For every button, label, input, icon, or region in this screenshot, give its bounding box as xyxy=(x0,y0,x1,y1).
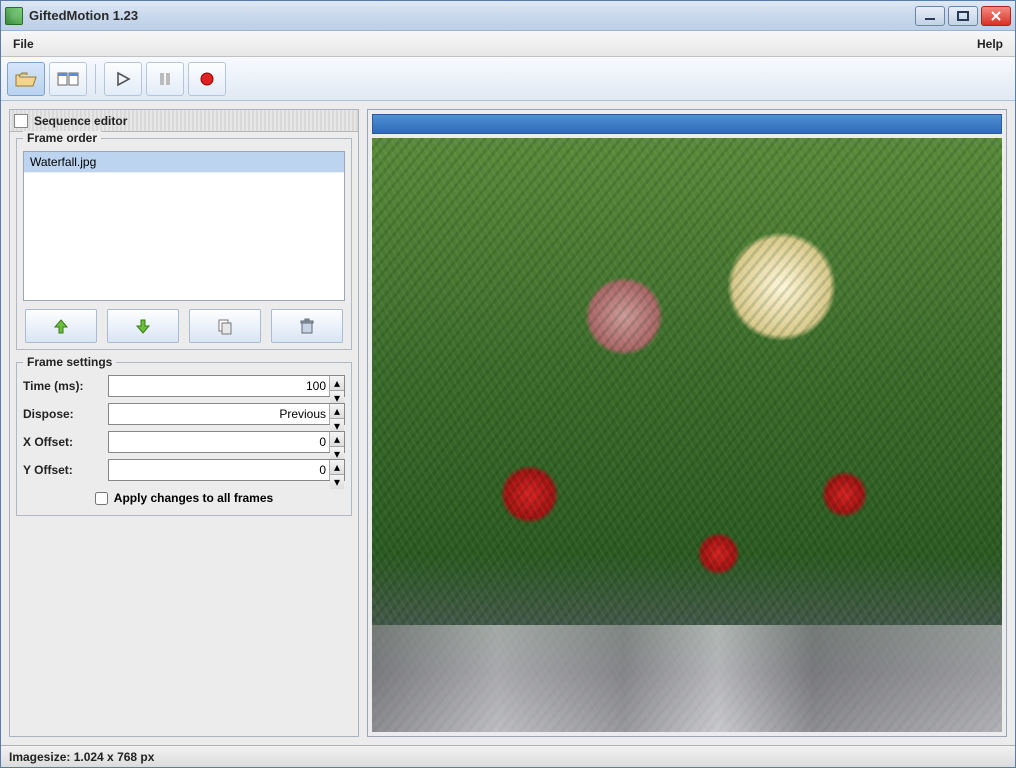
yoffset-label: Y Offset: xyxy=(23,463,108,477)
window-icon xyxy=(14,114,28,128)
dual-view-icon xyxy=(57,71,79,87)
maximize-icon xyxy=(957,11,969,21)
close-button[interactable] xyxy=(981,6,1011,26)
sequence-editor-panel: Sequence editor Frame order Waterfall.jp… xyxy=(9,109,359,737)
menu-help[interactable]: Help xyxy=(965,31,1015,56)
pause-button[interactable] xyxy=(146,62,184,96)
spinner-up[interactable]: ▴ xyxy=(330,376,344,391)
yoffset-field[interactable]: 0 ▴▾ xyxy=(108,459,345,481)
window-title: GiftedMotion 1.23 xyxy=(29,8,915,23)
dispose-label: Dispose: xyxy=(23,407,108,421)
preview-image xyxy=(372,138,1002,732)
yoffset-value: 0 xyxy=(319,463,326,477)
time-value: 100 xyxy=(306,379,326,393)
app-icon xyxy=(5,7,23,25)
xoffset-field[interactable]: 0 ▴▾ xyxy=(108,431,345,453)
preview-titlebar[interactable] xyxy=(372,114,1002,134)
spinner-up[interactable]: ▴ xyxy=(330,404,344,419)
frame-list[interactable]: Waterfall.jpg xyxy=(23,151,345,301)
frame-settings-legend: Frame settings xyxy=(23,355,116,369)
status-bar: Imagesize: 1.024 x 768 px xyxy=(1,745,1015,767)
dispose-field[interactable]: Previous ▴▾ xyxy=(108,403,345,425)
trash-icon xyxy=(298,317,316,335)
panel-title-label: Sequence editor xyxy=(34,114,127,128)
menu-file[interactable]: File xyxy=(1,31,46,56)
frame-settings-group: Frame settings Time (ms): 100 ▴▾ Dispose… xyxy=(16,362,352,516)
frame-order-legend: Frame order xyxy=(23,131,101,145)
list-item[interactable]: Waterfall.jpg xyxy=(24,152,344,173)
preview-panel xyxy=(367,109,1007,737)
copy-icon xyxy=(216,317,234,335)
spinner-up[interactable]: ▴ xyxy=(330,460,344,475)
open-icon xyxy=(15,70,37,88)
app-window: GiftedMotion 1.23 File Help xyxy=(0,0,1016,768)
delete-frame-button[interactable] xyxy=(271,309,343,343)
apply-all-label: Apply changes to all frames xyxy=(114,491,273,505)
arrow-up-icon xyxy=(52,317,70,335)
titlebar: GiftedMotion 1.23 xyxy=(1,1,1015,31)
apply-all-checkbox[interactable] xyxy=(95,492,108,505)
spinner-down[interactable]: ▾ xyxy=(330,475,344,489)
spinner-up[interactable]: ▴ xyxy=(330,432,344,447)
record-icon xyxy=(199,71,215,87)
frame-order-group: Frame order Waterfall.jpg xyxy=(16,138,352,350)
time-label: Time (ms): xyxy=(23,379,108,393)
move-up-button[interactable] xyxy=(25,309,97,343)
copy-frame-button[interactable] xyxy=(189,309,261,343)
status-text: Imagesize: 1.024 x 768 px xyxy=(9,750,154,764)
record-button[interactable] xyxy=(188,62,226,96)
time-field[interactable]: 100 ▴▾ xyxy=(108,375,345,397)
play-button[interactable] xyxy=(104,62,142,96)
close-icon xyxy=(990,11,1002,21)
toolbar xyxy=(1,57,1015,101)
dual-view-button[interactable] xyxy=(49,62,87,96)
menu-bar: File Help xyxy=(1,31,1015,57)
maximize-button[interactable] xyxy=(948,6,978,26)
dispose-value: Previous xyxy=(279,407,326,421)
xoffset-value: 0 xyxy=(319,435,326,449)
open-button[interactable] xyxy=(7,62,45,96)
xoffset-label: X Offset: xyxy=(23,435,108,449)
minimize-icon xyxy=(924,11,936,21)
move-down-button[interactable] xyxy=(107,309,179,343)
pause-icon xyxy=(157,71,173,87)
arrow-down-icon xyxy=(134,317,152,335)
panel-title: Sequence editor xyxy=(10,110,358,132)
minimize-button[interactable] xyxy=(915,6,945,26)
play-icon xyxy=(115,71,131,87)
